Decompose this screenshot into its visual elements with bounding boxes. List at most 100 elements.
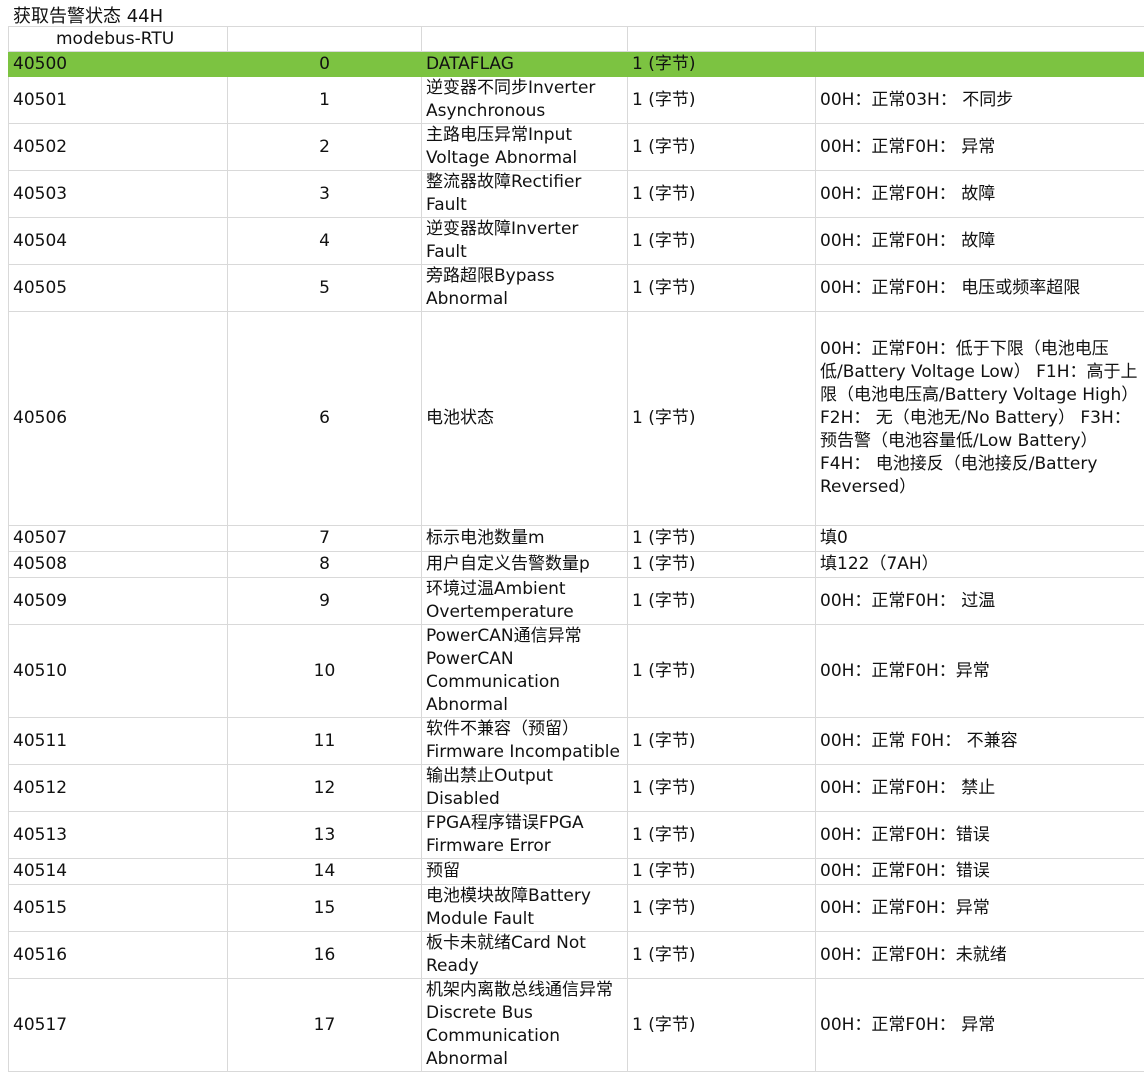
field-name-cell[interactable]: 旁路超限Bypass Abnormal [422,265,628,312]
size-cell[interactable]: 1 (字节) [628,218,816,265]
index-cell-text: 7 [232,527,417,550]
size-cell[interactable]: 1 (字节) [628,625,816,718]
register-address-cell[interactable]: 40515 [9,885,228,932]
register-address-cell[interactable]: 40509 [9,578,228,625]
register-address-cell[interactable]: 40501 [9,77,228,124]
index-cell[interactable]: 1 [228,77,422,124]
field-name-cell[interactable]: 逆变器不同步Inverter Asynchronous [422,77,628,124]
register-address-cell[interactable]: 40511 [9,718,228,765]
index-cell[interactable]: 11 [228,718,422,765]
value-description-cell[interactable]: 00H：正常 F0H： 不兼容 [816,718,1144,765]
index-cell[interactable]: 6 [228,312,422,526]
field-name-cell[interactable]: 主路电压异常Input Voltage Abnormal [422,124,628,171]
size-cell[interactable]: 1 (字节) [628,552,816,578]
index-cell[interactable]: 7 [228,526,422,552]
size-cell[interactable]: 1 (字节) [628,859,816,885]
value-description-cell[interactable] [816,52,1144,77]
value-description-cell[interactable]: 00H：正常F0H： 异常 [816,124,1144,171]
value-description-cell[interactable]: 00H：正常F0H：错误 [816,859,1144,885]
register-address-cell[interactable]: 40514 [9,859,228,885]
register-address-cell[interactable]: 40516 [9,932,228,979]
value-description-cell[interactable]: 00H：正常F0H： 禁止 [816,765,1144,812]
value-description-cell[interactable]: 00H：正常F0H：未就绪 [816,932,1144,979]
index-cell[interactable]: 9 [228,578,422,625]
field-name-cell[interactable]: FPGA程序错误FPGA Firmware Error [422,812,628,859]
register-address-cell[interactable]: 40506 [9,312,228,526]
register-address-cell[interactable]: 40508 [9,552,228,578]
value-description-cell[interactable]: 00H：正常F0H：异常 [816,625,1144,718]
register-address-cell[interactable]: 40504 [9,218,228,265]
register-address-cell[interactable]: 40503 [9,171,228,218]
field-name-cell[interactable]: 用户自定义告警数量p [422,552,628,578]
table-cell[interactable] [9,27,228,52]
size-cell-text: 1 (字节) [632,407,811,430]
index-cell[interactable]: 10 [228,625,422,718]
field-name-cell[interactable]: 输出禁止Output Disabled [422,765,628,812]
index-cell[interactable]: 8 [228,552,422,578]
register-address-cell[interactable]: 40505 [9,265,228,312]
size-cell[interactable]: 1 (字节) [628,124,816,171]
size-cell[interactable]: 1 (字节) [628,265,816,312]
value-description-cell[interactable]: 00H：正常F0H： 故障 [816,171,1144,218]
field-name-cell[interactable]: 机架内离散总线通信异常Discrete Bus Communication Ab… [422,979,628,1072]
table-cell[interactable] [228,27,422,52]
field-name-cell[interactable]: PowerCAN通信异常PowerCAN Communication Abnor… [422,625,628,718]
size-cell[interactable]: 1 (字节) [628,932,816,979]
value-description-cell[interactable]: 填122（7AH） [816,552,1144,578]
field-name-cell[interactable]: 软件不兼容（预留）Firmware Incompatible [422,718,628,765]
register-address-cell[interactable]: 40502 [9,124,228,171]
field-name-cell[interactable]: 预留 [422,859,628,885]
value-description-cell[interactable]: 00H：正常F0H： 过温 [816,578,1144,625]
value-description-cell[interactable]: 00H：正常F0H：错误 [816,812,1144,859]
field-name-cell[interactable]: 板卡未就绪Card Not Ready [422,932,628,979]
value-description-cell[interactable]: 00H：正常F0H： 故障 [816,218,1144,265]
register-address-cell[interactable]: 40513 [9,812,228,859]
field-name-cell[interactable]: 逆变器故障Inverter Fault [422,218,628,265]
index-cell[interactable]: 4 [228,218,422,265]
value-description-cell-text: 00H：正常F0H： 异常 [820,136,1140,159]
table-cell[interactable] [628,27,816,52]
field-name-cell[interactable]: 环境过温Ambient Overtemperature [422,578,628,625]
register-address-cell[interactable]: 40517 [9,979,228,1072]
table-row: 405000DATAFLAG1 (字节) [9,52,1144,77]
size-cell[interactable]: 1 (字节) [628,578,816,625]
field-name-cell[interactable]: 整流器故障Rectifier Fault [422,171,628,218]
register-address-cell[interactable]: 40512 [9,765,228,812]
index-cell[interactable]: 17 [228,979,422,1072]
size-cell[interactable]: 1 (字节) [628,765,816,812]
table-cell[interactable] [816,27,1144,52]
value-description-cell[interactable]: 00H：正常F0H：异常 [816,885,1144,932]
register-address-cell[interactable]: 40507 [9,526,228,552]
size-cell[interactable]: 1 (字节) [628,77,816,124]
size-cell[interactable]: 1 (字节) [628,526,816,552]
size-cell[interactable]: 1 (字节) [628,312,816,526]
value-description-cell-text: 填122（7AH） [820,553,1140,576]
size-cell[interactable]: 1 (字节) [628,885,816,932]
index-cell[interactable]: 14 [228,859,422,885]
value-description-cell[interactable]: 00H：正常F0H： 异常 [816,979,1144,1072]
field-name-cell[interactable]: 电池状态 [422,312,628,526]
index-cell[interactable]: 15 [228,885,422,932]
index-cell[interactable]: 13 [228,812,422,859]
size-cell[interactable]: 1 (字节) [628,718,816,765]
table-cell[interactable] [422,27,628,52]
value-description-cell[interactable]: 00H：正常F0H：低于下限（电池电压低/Battery Voltage Low… [816,312,1144,526]
index-cell[interactable]: 2 [228,124,422,171]
field-name-cell[interactable]: 电池模块故障Battery Module Fault [422,885,628,932]
register-address-cell[interactable]: 40510 [9,625,228,718]
index-cell[interactable]: 5 [228,265,422,312]
field-name-cell[interactable]: 标示电池数量m [422,526,628,552]
size-cell[interactable]: 1 (字节) [628,812,816,859]
value-description-cell[interactable]: 00H：正常03H： 不同步 [816,77,1144,124]
index-cell[interactable]: 0 [228,52,422,77]
value-description-cell[interactable]: 填0 [816,526,1144,552]
index-cell[interactable]: 3 [228,171,422,218]
size-cell[interactable]: 1 (字节) [628,979,816,1072]
index-cell[interactable]: 12 [228,765,422,812]
value-description-cell[interactable]: 00H：正常F0H： 电压或频率超限 [816,265,1144,312]
register-address-cell[interactable]: 40500 [9,52,228,77]
index-cell[interactable]: 16 [228,932,422,979]
size-cell[interactable]: 1 (字节) [628,171,816,218]
size-cell[interactable]: 1 (字节) [628,52,816,77]
field-name-cell[interactable]: DATAFLAG [422,52,628,77]
